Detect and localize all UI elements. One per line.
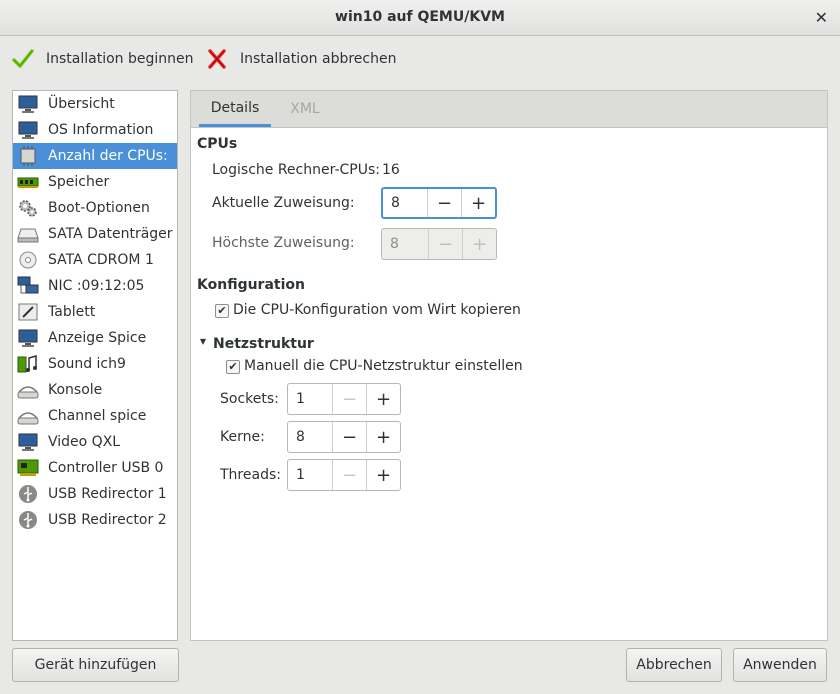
sidebar-item-memory[interactable]: Speicher: [13, 169, 177, 195]
sound-icon: [17, 354, 39, 374]
usb-icon: [17, 510, 39, 530]
sidebar-item-console[interactable]: Konsole: [13, 377, 177, 403]
sidebar-item-usb-redirector-2[interactable]: USB Redirector 2: [13, 507, 177, 533]
gears-icon: [17, 198, 39, 218]
copy-host-cpu-checkbox[interactable]: ✔: [215, 304, 229, 318]
hard-disk-icon: [17, 224, 39, 244]
tab-details[interactable]: Details: [199, 91, 271, 127]
monitor-icon: [17, 94, 39, 114]
logical-cpus-value: 16: [382, 162, 400, 178]
window-title: win10 auf QEMU/KVM: [335, 9, 505, 25]
sidebar-item-display-spice[interactable]: Anzeige Spice: [13, 325, 177, 351]
copy-host-cpu-label[interactable]: Die CPU-Konfiguration vom Wirt kopieren: [233, 302, 521, 318]
sidebar-item-video-qxl[interactable]: Video QXL: [13, 429, 177, 455]
current-allocation-label: Aktuelle Zuweisung:: [212, 195, 355, 211]
sockets-spinner[interactable]: 1 − +: [287, 383, 401, 415]
begin-installation-label: Installation beginnen: [46, 51, 194, 67]
monitor-icon: [17, 328, 39, 348]
abort-installation-button[interactable]: Installation abbrechen: [204, 37, 396, 81]
max-allocation-spinner: 8 − +: [381, 228, 497, 260]
begin-installation-button[interactable]: Installation beginnen: [10, 37, 194, 81]
cores-label: Kerne:: [220, 429, 265, 445]
topology-expander-icon[interactable]: ▾: [200, 334, 206, 348]
cores-increment-button[interactable]: +: [366, 422, 400, 452]
network-icon: [17, 276, 39, 296]
cpu-chip-icon: [17, 146, 39, 166]
sidebar-item-os-information[interactable]: OS Information: [13, 117, 177, 143]
add-device-button[interactable]: Gerät hinzufügen: [12, 648, 179, 682]
cdrom-icon: [17, 250, 39, 270]
x-mark-icon: [208, 49, 226, 69]
sockets-decrement-button[interactable]: −: [332, 384, 366, 414]
sockets-increment-button[interactable]: +: [366, 384, 400, 414]
threads-decrement-button[interactable]: −: [332, 460, 366, 490]
hardware-list: Übersicht OS Information Anzahl der CPUs…: [12, 90, 178, 641]
apply-button[interactable]: Anwenden: [733, 648, 827, 682]
max-allocation-decrement-button: −: [428, 229, 462, 259]
sidebar-item-controller-usb[interactable]: Controller USB 0: [13, 455, 177, 481]
manual-topology-checkbox[interactable]: ✔: [226, 360, 240, 374]
serial-icon: [17, 406, 39, 426]
configuration-heading: Konfiguration: [197, 277, 305, 293]
manual-topology-label[interactable]: Manuell die CPU-Netzstruktur einstellen: [244, 358, 523, 374]
monitor-icon: [17, 120, 39, 140]
sockets-input[interactable]: 1: [288, 384, 332, 414]
sidebar-item-usb-redirector-1[interactable]: USB Redirector 1: [13, 481, 177, 507]
max-allocation-input: 8: [390, 236, 399, 252]
cores-spinner[interactable]: 8 − +: [287, 421, 401, 453]
serial-icon: [17, 380, 39, 400]
logical-cpus-label: Logische Rechner-CPUs:: [212, 162, 380, 178]
cancel-button[interactable]: Abbrechen: [626, 648, 722, 682]
sockets-label: Sockets:: [220, 391, 279, 407]
cores-input[interactable]: 8: [288, 422, 332, 452]
usb-icon: [17, 484, 39, 504]
threads-increment-button[interactable]: +: [366, 460, 400, 490]
max-allocation-label: Höchste Zuweisung:: [212, 235, 355, 251]
sidebar-item-nic[interactable]: NIC :09:12:05: [13, 273, 177, 299]
topology-heading[interactable]: Netzstruktur: [213, 336, 314, 352]
sidebar-item-overview[interactable]: Übersicht: [13, 91, 177, 117]
current-allocation-spinner[interactable]: 8 − +: [381, 187, 497, 219]
current-allocation-input[interactable]: 8: [383, 189, 427, 217]
pci-card-icon: [17, 458, 39, 478]
sidebar-item-boot-options[interactable]: Boot-Optionen: [13, 195, 177, 221]
sidebar-item-sata-cdrom[interactable]: SATA CDROM 1: [13, 247, 177, 273]
current-allocation-decrement-button[interactable]: −: [427, 189, 461, 217]
details-panel: Details XML CPUs Logische Rechner-CPUs: …: [190, 90, 828, 641]
checkmark-icon: [12, 49, 34, 68]
tab-xml[interactable]: XML: [277, 91, 333, 127]
abort-installation-label: Installation abbrechen: [240, 51, 397, 67]
sidebar-item-sata-disk[interactable]: SATA Datenträger 1: [13, 221, 177, 247]
tab-bar: Details XML: [191, 91, 827, 128]
memory-module-icon: [17, 172, 39, 192]
monitor-icon: [17, 432, 39, 452]
tablet-icon: [17, 302, 39, 322]
close-icon[interactable]: ✕: [815, 9, 828, 27]
sidebar-item-cpus[interactable]: Anzahl der CPUs:: [13, 143, 177, 169]
cpus-heading: CPUs: [197, 136, 238, 152]
sidebar-item-channel-spice[interactable]: Channel spice: [13, 403, 177, 429]
threads-input[interactable]: 1: [288, 460, 332, 490]
toolbar: Installation beginnen Installation abbre…: [0, 37, 840, 81]
sidebar-item-tablet[interactable]: Tablett: [13, 299, 177, 325]
cores-decrement-button[interactable]: −: [332, 422, 366, 452]
threads-label: Threads:: [220, 467, 281, 483]
sidebar-item-sound[interactable]: Sound ich9: [13, 351, 177, 377]
max-allocation-increment-button: +: [462, 229, 496, 259]
current-allocation-increment-button[interactable]: +: [461, 189, 495, 217]
threads-spinner[interactable]: 1 − +: [287, 459, 401, 491]
title-bar: win10 auf QEMU/KVM ✕: [0, 0, 840, 36]
